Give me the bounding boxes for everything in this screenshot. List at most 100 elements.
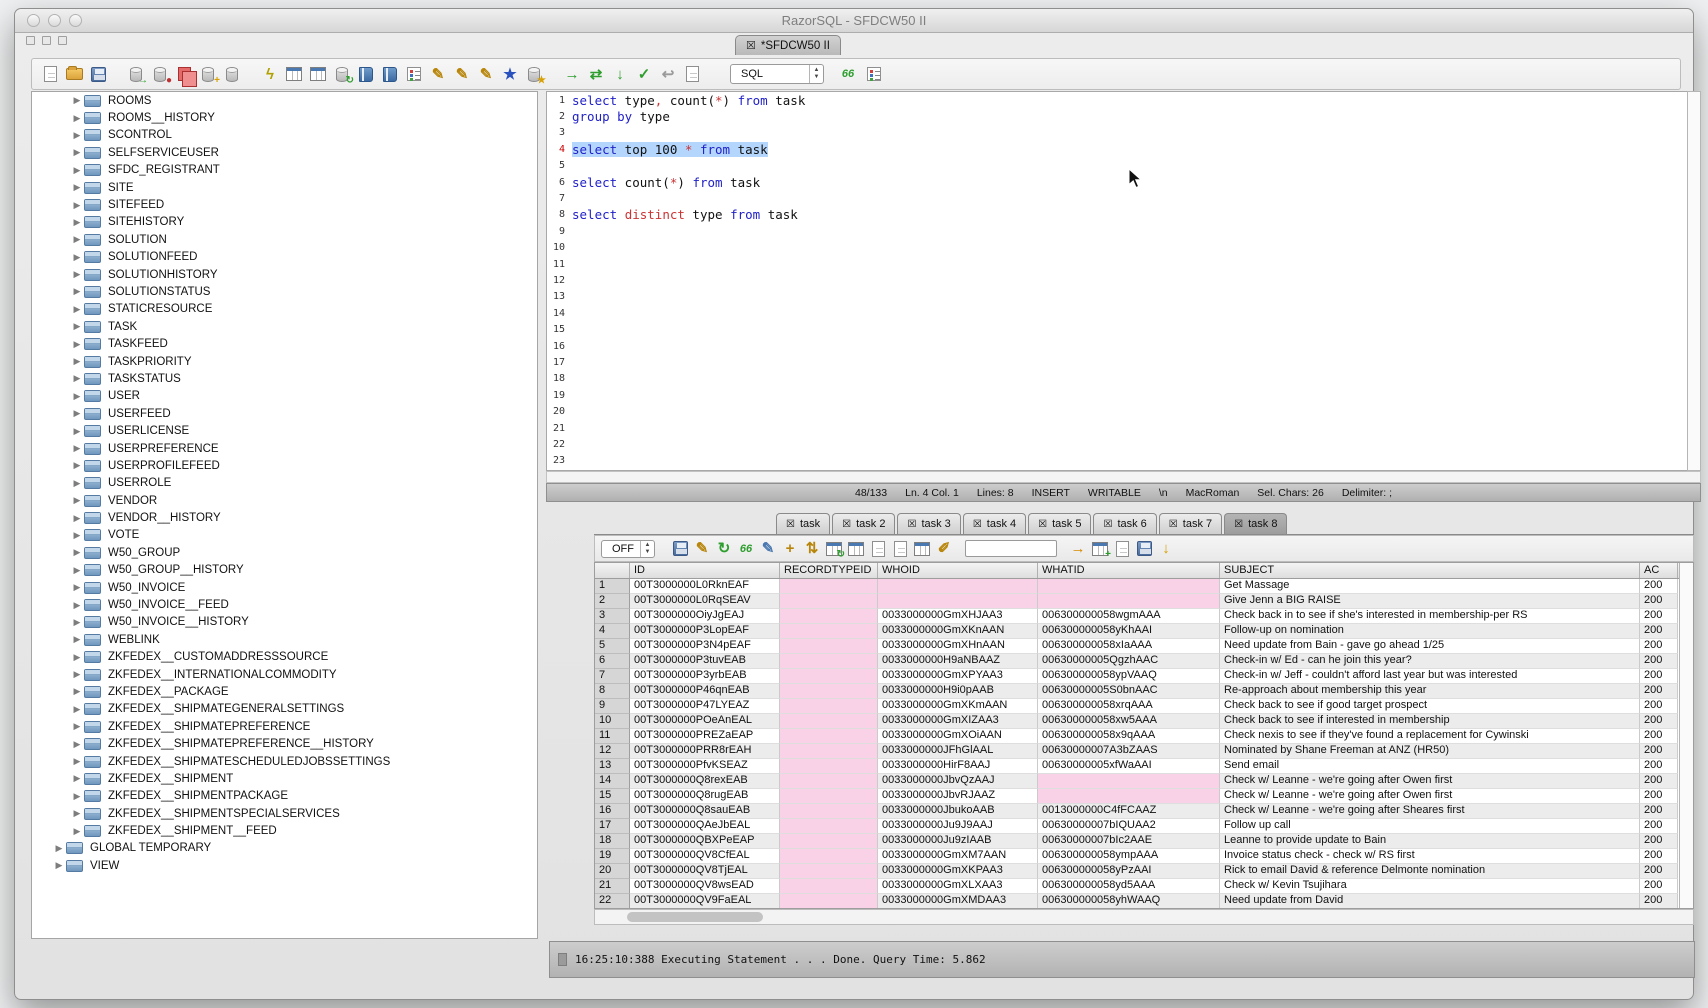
- results-search-input[interactable]: [965, 540, 1057, 557]
- compare-results-icon[interactable]: 66: [838, 64, 858, 84]
- close-tab-icon[interactable]: ☒: [1038, 519, 1047, 530]
- statement-type-select[interactable]: SQL ▲▼: [730, 64, 824, 84]
- tree-item[interactable]: ▶W50_GROUP__HISTORY: [32, 562, 537, 579]
- tree-item[interactable]: ▶SELFSERVICEUSER: [32, 144, 537, 161]
- expand-arrow-icon[interactable]: ▶: [70, 634, 84, 645]
- close-tab-icon[interactable]: ☒: [786, 519, 795, 530]
- align-left-icon[interactable]: ✎: [428, 64, 448, 84]
- table-row[interactable]: 2000T3000000QV8TjEAL0033000000GmXKPAA300…: [595, 864, 1679, 879]
- expand-arrow-icon[interactable]: ▶: [70, 547, 84, 558]
- expand-arrow-icon[interactable]: ▶: [70, 721, 84, 732]
- tree-item[interactable]: ▶USER: [32, 388, 537, 405]
- save-results-icon[interactable]: [671, 540, 689, 558]
- expand-arrow-icon[interactable]: ▶: [70, 95, 84, 106]
- save-all-icon[interactable]: [1135, 540, 1153, 558]
- expand-arrow-icon[interactable]: ▶: [70, 826, 84, 837]
- expand-arrow-icon[interactable]: ▶: [70, 791, 84, 802]
- table-row[interactable]: 1000T3000000POeAnEAL0033000000GmXIZAA300…: [595, 714, 1679, 729]
- scrollbar-thumb[interactable]: [627, 912, 763, 922]
- expand-arrow-icon[interactable]: ▶: [70, 356, 84, 367]
- table-row[interactable]: 1300T3000000PfvKSEAZ0033000000HirF8AAJ00…: [595, 759, 1679, 774]
- expand-arrow-icon[interactable]: ▶: [70, 513, 84, 524]
- tree-item[interactable]: ▶ZKFEDEX__SHIPMATEPREFERENCE__HISTORY: [32, 735, 537, 752]
- expand-arrow-icon[interactable]: ▶: [70, 739, 84, 750]
- go-icon[interactable]: →: [1069, 540, 1087, 558]
- editor-vertical-scrollbar[interactable]: [1687, 91, 1701, 471]
- expand-arrow-icon[interactable]: ▶: [70, 756, 84, 767]
- execute-all-icon[interactable]: ⇄: [586, 64, 606, 84]
- close-tab-icon[interactable]: ☒: [842, 519, 851, 530]
- column-header[interactable]: WHOID: [878, 563, 1038, 578]
- database-docs-icon[interactable]: [380, 64, 400, 84]
- tree-item[interactable]: ▶ZKFEDEX__SHIPMATESCHEDULEDJOBSSETTINGS: [32, 753, 537, 770]
- expand-arrow-icon[interactable]: ▶: [70, 408, 84, 419]
- result-tab[interactable]: ☒task 8: [1224, 513, 1287, 534]
- copy-results-icon[interactable]: [891, 540, 909, 558]
- expand-arrow-icon[interactable]: ▶: [70, 530, 84, 541]
- expand-arrow-icon[interactable]: ▶: [70, 617, 84, 628]
- tree-item[interactable]: ▶ZKFEDEX__SHIPMENTSPECIALSERVICES: [32, 805, 537, 822]
- tree-item[interactable]: ▶ZKFEDEX__PACKAGE: [32, 683, 537, 700]
- move-row-icon[interactable]: ⇅: [803, 540, 821, 558]
- expand-arrow-icon[interactable]: ▶: [70, 113, 84, 124]
- result-tab[interactable]: ☒task 4: [963, 513, 1026, 534]
- edit-record-icon[interactable]: ✎: [759, 540, 777, 558]
- editor-horizontal-scrollbar[interactable]: [546, 471, 1701, 483]
- expand-arrow-icon[interactable]: ▶: [70, 460, 84, 471]
- table-row[interactable]: 1900T3000000QV8CfEAL0033000000GmXM7AAN00…: [595, 849, 1679, 864]
- tree-item[interactable]: ▶ZKFEDEX__SHIPMENT__FEED: [32, 822, 537, 839]
- column-header[interactable]: SUBJECT: [1220, 563, 1640, 578]
- expand-arrow-icon[interactable]: ▶: [52, 860, 66, 871]
- table-row[interactable]: 2200T3000000QV9FaEAL0033000000GmXMDAA300…: [595, 894, 1679, 908]
- table-row[interactable]: 600T3000000P3tuvEAB0033000000H9aNBAAZ006…: [595, 654, 1679, 669]
- view-record-icon[interactable]: 66: [737, 540, 755, 558]
- results-horizontal-scrollbar[interactable]: [594, 909, 1694, 925]
- tree-item[interactable]: ▶VIEW: [32, 857, 537, 874]
- column-header[interactable]: RECORDTYPEID: [780, 563, 878, 578]
- commit-icon[interactable]: ✓: [634, 64, 654, 84]
- table-row[interactable]: 2100T3000000QV8wsEAD0033000000GmXLXAA300…: [595, 879, 1679, 894]
- edit-script-icon[interactable]: [1113, 540, 1131, 558]
- edit-table-icon[interactable]: [308, 64, 328, 84]
- table-row[interactable]: 1600T3000000Q8sauEAB0033000000JbukoAAB00…: [595, 804, 1679, 819]
- results-vertical-scrollbar[interactable]: [1679, 563, 1693, 908]
- database-object-tree[interactable]: ▶ROOMS▶ROOMS__HISTORY▶SCONTROL▶SELFSERVI…: [31, 91, 538, 939]
- expand-arrow-icon[interactable]: ▶: [70, 339, 84, 350]
- expand-arrow-icon[interactable]: ▶: [70, 304, 84, 315]
- tree-item[interactable]: ▶SITEHISTORY: [32, 214, 537, 231]
- execute-lightning-icon[interactable]: ϟ: [260, 64, 280, 84]
- rollback-icon[interactable]: ↩: [658, 64, 678, 84]
- tree-item[interactable]: ▶ROOMS__HISTORY: [32, 109, 537, 126]
- tree-item[interactable]: ▶ZKFEDEX__CUSTOMADDRESSSOURCE: [32, 649, 537, 666]
- result-tab[interactable]: ☒task 5: [1028, 513, 1091, 534]
- tree-item[interactable]: ▶W50_INVOICE__FEED: [32, 596, 537, 613]
- format-sql-icon[interactable]: ✎: [476, 64, 496, 84]
- table-row[interactable]: 1700T3000000QAeJbEAL0033000000Ju9J9AAJ00…: [595, 819, 1679, 834]
- expand-arrow-icon[interactable]: ▶: [70, 321, 84, 332]
- expand-arrow-icon[interactable]: ▶: [70, 426, 84, 437]
- open-file-icon[interactable]: [64, 64, 84, 84]
- tree-item[interactable]: ▶ZKFEDEX__SHIPMATEGENERALSETTINGS: [32, 701, 537, 718]
- close-tab-icon[interactable]: ☒: [973, 519, 982, 530]
- row-limit-select[interactable]: OFF ▲▼: [601, 540, 655, 558]
- table-row[interactable]: 1500T3000000Q8rugEAB0033000000JbvRJAAZCh…: [595, 789, 1679, 804]
- result-tab[interactable]: ☒task 6: [1093, 513, 1156, 534]
- expand-arrow-icon[interactable]: ▶: [70, 652, 84, 663]
- execute-icon[interactable]: →: [562, 64, 582, 84]
- result-tab[interactable]: ☒task 3: [897, 513, 960, 534]
- table-row[interactable]: 1800T3000000QBXPeEAP0033000000Ju9zIAAB00…: [595, 834, 1679, 849]
- tree-item[interactable]: ▶GLOBAL TEMPORARY: [32, 840, 537, 857]
- select-stepper-icon[interactable]: ▲▼: [809, 65, 823, 83]
- document-tab[interactable]: ☒ *SFDCW50 II: [735, 35, 841, 55]
- close-tab-icon[interactable]: ☒: [1169, 519, 1178, 530]
- sql-history-icon[interactable]: [682, 64, 702, 84]
- expand-arrow-icon[interactable]: ▶: [70, 773, 84, 784]
- result-tab[interactable]: ☒task: [776, 513, 830, 534]
- expand-arrow-icon[interactable]: ▶: [70, 130, 84, 141]
- brush-icon[interactable]: ✐: [935, 540, 953, 558]
- tree-item[interactable]: ▶ROOMS: [32, 92, 537, 109]
- save-icon[interactable]: [88, 64, 108, 84]
- copy-grid-icon[interactable]: [913, 540, 931, 558]
- sql-editor[interactable]: 1select type, count(*) from task2group b…: [546, 91, 1687, 471]
- database-icon[interactable]: [222, 64, 242, 84]
